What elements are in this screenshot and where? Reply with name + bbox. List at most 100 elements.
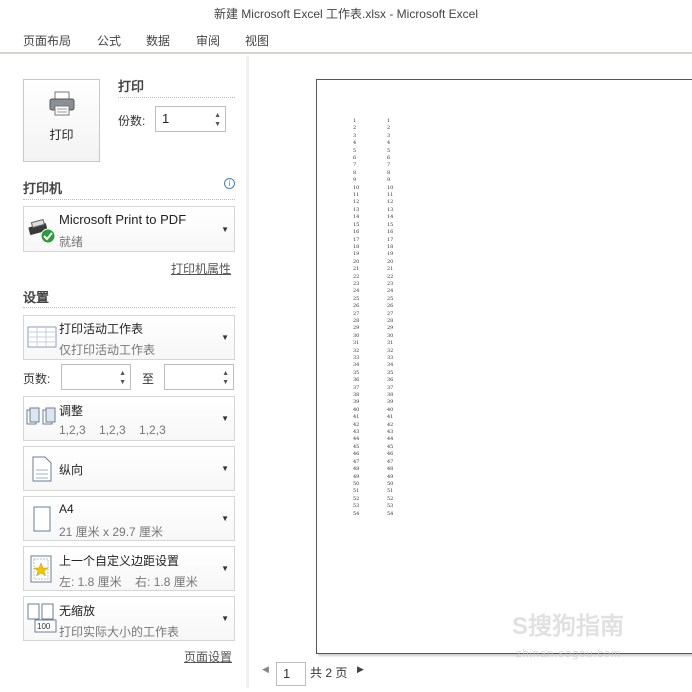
portrait-page-icon	[32, 456, 52, 482]
chevron-down-icon: ▼	[221, 414, 229, 423]
settings-heading: 设置	[23, 290, 50, 305]
preview-cell: 15	[387, 221, 394, 228]
scaling-icon-text: 100	[37, 622, 51, 631]
preview-cell: 22	[353, 273, 360, 280]
preview-cell: 48	[353, 466, 360, 473]
preview-cell: 36	[387, 377, 394, 384]
collate-subtitle: 1,2,3 1,2,3 1,2,3	[59, 423, 166, 437]
pages-to-up-arrow-icon[interactable]: ▲	[222, 370, 229, 377]
tab-page-layout[interactable]: 页面布局	[23, 32, 71, 49]
printer-status: 就绪	[59, 235, 84, 249]
chevron-down-icon: ▼	[221, 564, 229, 573]
chevron-down-icon: ▼	[221, 614, 229, 623]
collated-pages-icon	[26, 407, 56, 425]
watermark-logo: S搜狗指南	[512, 613, 625, 640]
total-pages-label: 共 2 页	[310, 666, 348, 680]
copies-stepper[interactable]: 1 ▲ ▼	[155, 106, 226, 132]
preview-cell: 46	[353, 451, 360, 458]
preview-cell: 40	[387, 406, 394, 413]
tab-review[interactable]: 审阅	[196, 32, 220, 49]
preview-cell: 26	[387, 303, 394, 310]
preview-cell: 38	[387, 392, 394, 399]
preview-cell: 17	[353, 236, 360, 243]
preview-cell: 4	[353, 140, 357, 147]
preview-cell: 44	[387, 436, 394, 443]
preview-cell: 15	[353, 221, 360, 228]
preview-cell: 42	[387, 421, 394, 428]
preview-cell: 26	[353, 303, 360, 310]
copies-down-arrow-icon[interactable]: ▼	[214, 121, 221, 128]
preview-cell: 12	[353, 199, 360, 206]
orientation-dropdown[interactable]: 纵向 ▼	[23, 446, 235, 491]
preview-cell: 36	[353, 377, 360, 384]
paper-size-subtitle: 21 厘米 x 29.7 厘米	[59, 525, 164, 539]
preview-cell: 30	[387, 332, 394, 339]
preview-cell: 9	[387, 177, 391, 184]
preview-cell: 50	[387, 480, 394, 487]
preview-cell: 41	[353, 414, 360, 421]
pages-to-stepper[interactable]: ▲ ▼	[164, 364, 234, 390]
pages-from-stepper[interactable]: ▲ ▼	[61, 364, 131, 390]
watermark-url: zhinan.sogou.com	[516, 648, 622, 660]
preview-cell: 52	[353, 495, 360, 502]
pages-to-down-arrow-icon[interactable]: ▼	[222, 379, 229, 386]
current-page-input[interactable]: 1	[276, 662, 306, 686]
preview-cell: 54	[353, 510, 360, 517]
preview-cell: 32	[353, 347, 360, 354]
scaling-title: 无缩放	[59, 604, 96, 618]
print-settings-panel: 打印 打印 份数: 1 ▲ ▼ 打印机 i Microsoft Print to…	[0, 56, 246, 688]
preview-cell: 11	[387, 192, 394, 199]
preview-column-a: 1 2 3 4 5 6 7 8 9 10 11 12 13 14 15 16 17 18 19 20 21 22 23 24 2…	[353, 118, 359, 518]
preview-cell: 38	[353, 392, 360, 399]
page-setup-link[interactable]: 页面设置	[184, 648, 232, 665]
preview-cell: 48	[387, 466, 394, 473]
paper-page-icon	[33, 506, 51, 532]
preview-cell: 51	[353, 488, 360, 495]
preview-cell: 25	[387, 295, 394, 302]
pages-from-up-arrow-icon[interactable]: ▲	[119, 370, 126, 377]
worksheet-icon	[27, 326, 57, 348]
copies-label: 份数:	[118, 114, 146, 128]
preview-cell: 41	[387, 414, 394, 421]
tab-formulas[interactable]: 公式	[97, 32, 121, 49]
info-icon[interactable]: i	[224, 178, 235, 189]
preview-cell: 4	[387, 140, 391, 147]
tab-data[interactable]: 数据	[146, 32, 170, 49]
preview-cell: 49	[353, 473, 360, 480]
preview-cell: 1	[353, 118, 357, 124]
preview-cell: 28	[387, 317, 394, 324]
preview-cell: 40	[353, 406, 360, 413]
printer-dropdown[interactable]: Microsoft Print to PDF 就绪 ▼	[23, 206, 235, 252]
preview-cell: 33	[353, 355, 360, 361]
margins-dropdown[interactable]: 上一个自定义边距设置 左: 1.8 厘米 右: 1.8 厘米 ▼	[23, 546, 235, 591]
printer-properties-link[interactable]: 打印机属性	[171, 260, 231, 277]
preview-cell: 13	[353, 206, 360, 213]
preview-cell: 27	[387, 310, 394, 317]
preview-page: 1 2 3 4 5 6 7 8 9 10 11 12 13 14 15 16 17 18 19 20 21 22 23 24 2…	[316, 79, 692, 654]
collate-dropdown[interactable]: 调整 1,2,3 1,2,3 1,2,3 ▼	[23, 396, 235, 441]
print-what-subtitle: 仅打印活动工作表	[59, 343, 156, 357]
preview-cell: 29	[387, 325, 394, 332]
margins-subtitle: 左: 1.8 厘米 右: 1.8 厘米	[59, 575, 198, 589]
preview-cell: 35	[353, 369, 360, 376]
preview-cell: 33	[387, 355, 394, 361]
scaling-dropdown[interactable]: 100 无缩放 打印实际大小的工作表 ▼	[23, 596, 235, 641]
pages-from-down-arrow-icon[interactable]: ▼	[119, 379, 126, 386]
orientation-title: 纵向	[59, 463, 84, 477]
preview-cell: 53	[353, 503, 360, 510]
preview-cell: 21	[387, 266, 394, 273]
preview-cell: 11	[353, 192, 360, 199]
prev-page-arrow-icon[interactable]: ◀	[262, 664, 269, 675]
paper-size-title: A4	[59, 502, 74, 516]
print-what-dropdown[interactable]: 打印活动工作表 仅打印活动工作表 ▼	[23, 315, 235, 360]
preview-cell: 31	[387, 340, 394, 347]
tab-view[interactable]: 视图	[245, 32, 269, 49]
preview-cell: 3	[387, 132, 391, 139]
next-page-arrow-icon[interactable]: ▶	[357, 664, 364, 675]
preview-cell: 31	[353, 340, 360, 347]
preview-cell: 45	[353, 443, 360, 450]
preview-cell: 5	[353, 147, 357, 154]
print-button[interactable]: 打印	[23, 79, 100, 162]
copies-up-arrow-icon[interactable]: ▲	[214, 112, 221, 119]
paper-size-dropdown[interactable]: A4 21 厘米 x 29.7 厘米 ▼	[23, 496, 235, 541]
